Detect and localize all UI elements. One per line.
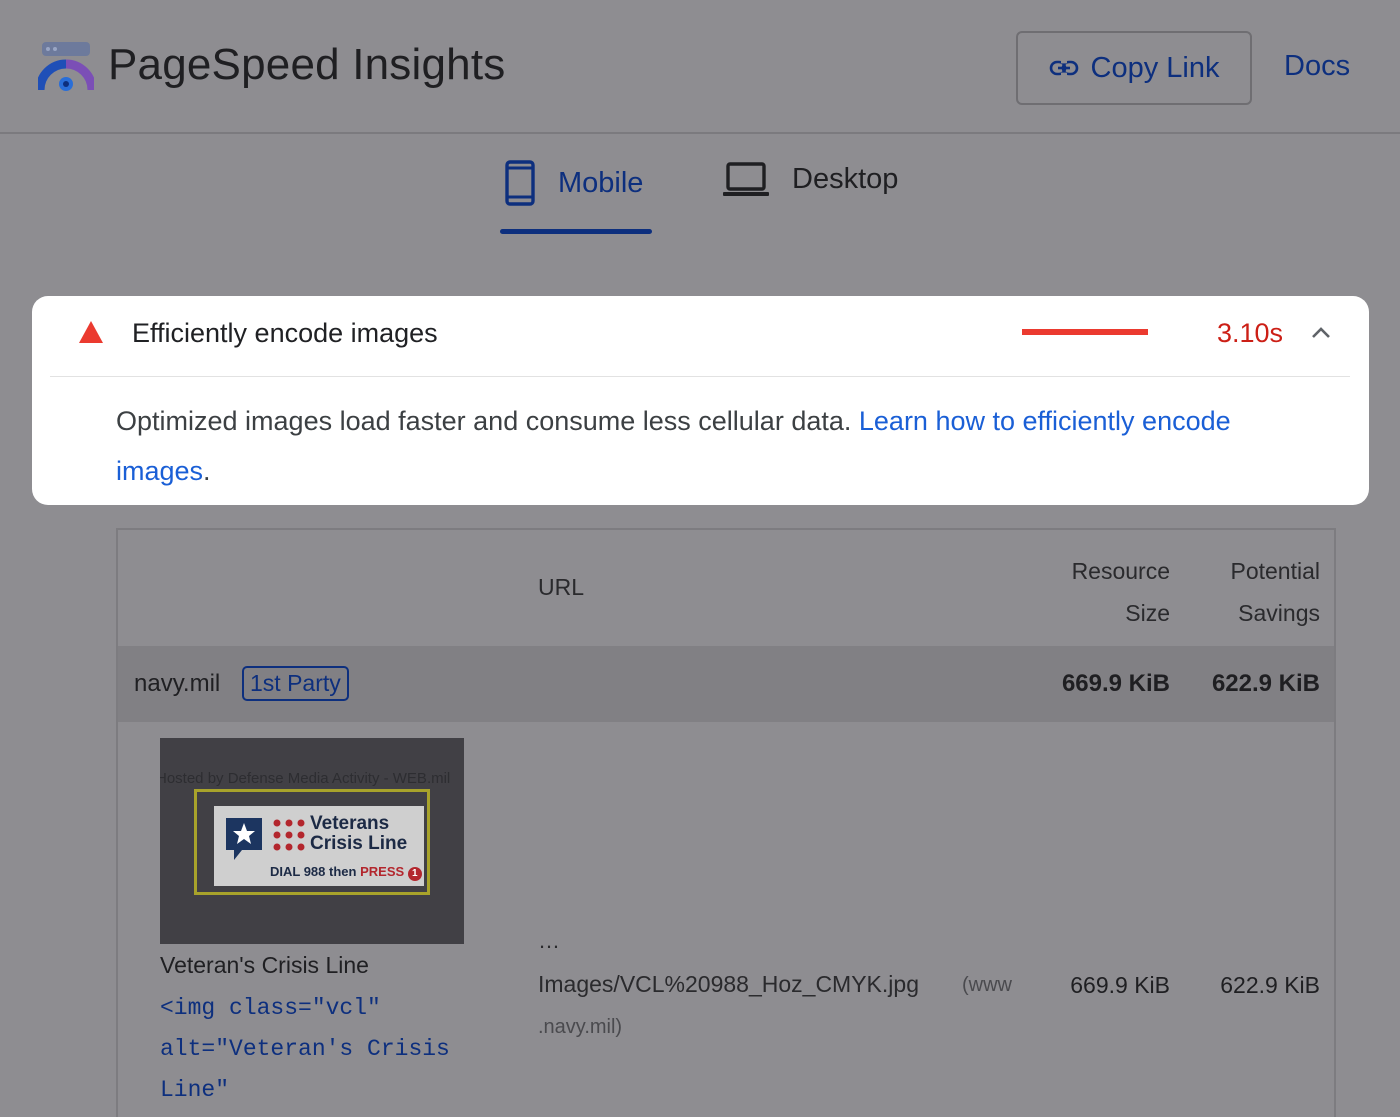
audit-details-table: URL Resource Size Potential Savings navy… bbox=[116, 528, 1336, 1117]
column-header-potential-savings-line2: Savings bbox=[1238, 600, 1320, 626]
thumbnail-caption: Hosted by Defense Media Activity - WEB.m… bbox=[160, 770, 451, 787]
column-header-potential-savings-line1: Potential bbox=[1230, 558, 1320, 584]
docs-link[interactable]: Docs bbox=[1284, 50, 1350, 83]
group-potential-savings: 622.9 KiB bbox=[1211, 670, 1320, 697]
tab-desktop-label: Desktop bbox=[792, 162, 899, 195]
first-party-badge: 1st Party bbox=[242, 666, 349, 701]
audit-description: Optimized images load faster and consume… bbox=[116, 396, 1326, 496]
top-header: PageSpeed Insights Copy Link Docs bbox=[0, 0, 1400, 134]
logo-press: PRESS bbox=[360, 864, 405, 879]
audit-description-text: Optimized images load faster and consume… bbox=[116, 406, 852, 436]
audit-value: 3.10s bbox=[1217, 318, 1284, 348]
resource-url[interactable]: Images/VCL%20988_Hoz_CMYK.jpg bbox=[538, 971, 919, 998]
node-html-snippet[interactable]: <img class="vcl" alt="Veteran's Crisis L… bbox=[160, 988, 490, 1111]
column-header-resource-size-line1: Resource bbox=[1071, 558, 1170, 584]
audit-description-period: . bbox=[203, 456, 211, 486]
audit-title: Efficiently encode images bbox=[132, 318, 438, 348]
resource-host-line1: (www bbox=[962, 974, 1012, 996]
active-tab-indicator bbox=[500, 229, 652, 234]
audit-divider bbox=[50, 376, 1350, 377]
copy-link-button[interactable]: Copy Link bbox=[1016, 31, 1252, 105]
mobile-phone-icon bbox=[505, 160, 535, 206]
pagespeed-gauge-icon bbox=[38, 42, 94, 91]
image-thumbnail[interactable]: Hosted by Defense Media Activity - WEB.m… bbox=[160, 738, 464, 944]
column-header-resource-size-line2: Size bbox=[1125, 600, 1170, 626]
logo-title: Veterans Crisis Line bbox=[310, 814, 407, 854]
entity-name: navy.mil bbox=[134, 670, 221, 697]
tab-mobile[interactable]: Mobile bbox=[504, 160, 643, 206]
column-header-resource-size: Resource Size bbox=[1038, 550, 1170, 634]
audit-card: Efficiently encode images 3.10s Optimize… bbox=[32, 296, 1369, 505]
column-header-potential-savings: Potential Savings bbox=[1198, 550, 1320, 634]
node-label: Veteran's Crisis Line bbox=[160, 952, 369, 978]
veterans-crisis-line-logo: Veterans Crisis Line DIAL 988 then PRESS… bbox=[214, 806, 424, 886]
tab-mobile-label: Mobile bbox=[558, 166, 644, 199]
entity-group-row: navy.mil 1st Party 669.9 KiB 622.9 KiB bbox=[118, 646, 1334, 722]
logo-title-line1: Veterans bbox=[310, 813, 390, 834]
chevron-up-icon[interactable] bbox=[1310, 324, 1332, 340]
url-ellipsis: … bbox=[538, 928, 560, 953]
group-resource-size: 669.9 KiB bbox=[1061, 670, 1170, 697]
audit-score-bar bbox=[1022, 329, 1148, 335]
dot-grid-icon bbox=[273, 819, 305, 851]
item-potential-savings: 622.9 KiB bbox=[1220, 972, 1320, 998]
logo-dial: DIAL 988 bbox=[270, 864, 326, 879]
logo-title-line2: Crisis Line bbox=[310, 833, 408, 854]
fail-triangle-icon bbox=[79, 321, 103, 343]
logo-dial-text: DIAL 988 then PRESS 1 bbox=[270, 864, 422, 881]
laptop-icon bbox=[723, 162, 769, 196]
app-title: PageSpeed Insights bbox=[108, 40, 506, 89]
tab-desktop[interactable]: Desktop bbox=[722, 160, 898, 198]
logo-then: then bbox=[329, 864, 357, 879]
column-header-url: URL bbox=[538, 574, 585, 600]
star-speech-bubble-icon bbox=[226, 818, 262, 860]
resource-host-line2: .navy.mil) bbox=[538, 1016, 623, 1038]
link-icon bbox=[1049, 60, 1078, 76]
audit-header[interactable]: Efficiently encode images 3.10s bbox=[32, 296, 1369, 376]
item-resource-size: 669.9 KiB bbox=[1070, 972, 1170, 998]
copy-link-label: Copy Link bbox=[1090, 51, 1220, 84]
logo-press-number: 1 bbox=[407, 867, 422, 881]
